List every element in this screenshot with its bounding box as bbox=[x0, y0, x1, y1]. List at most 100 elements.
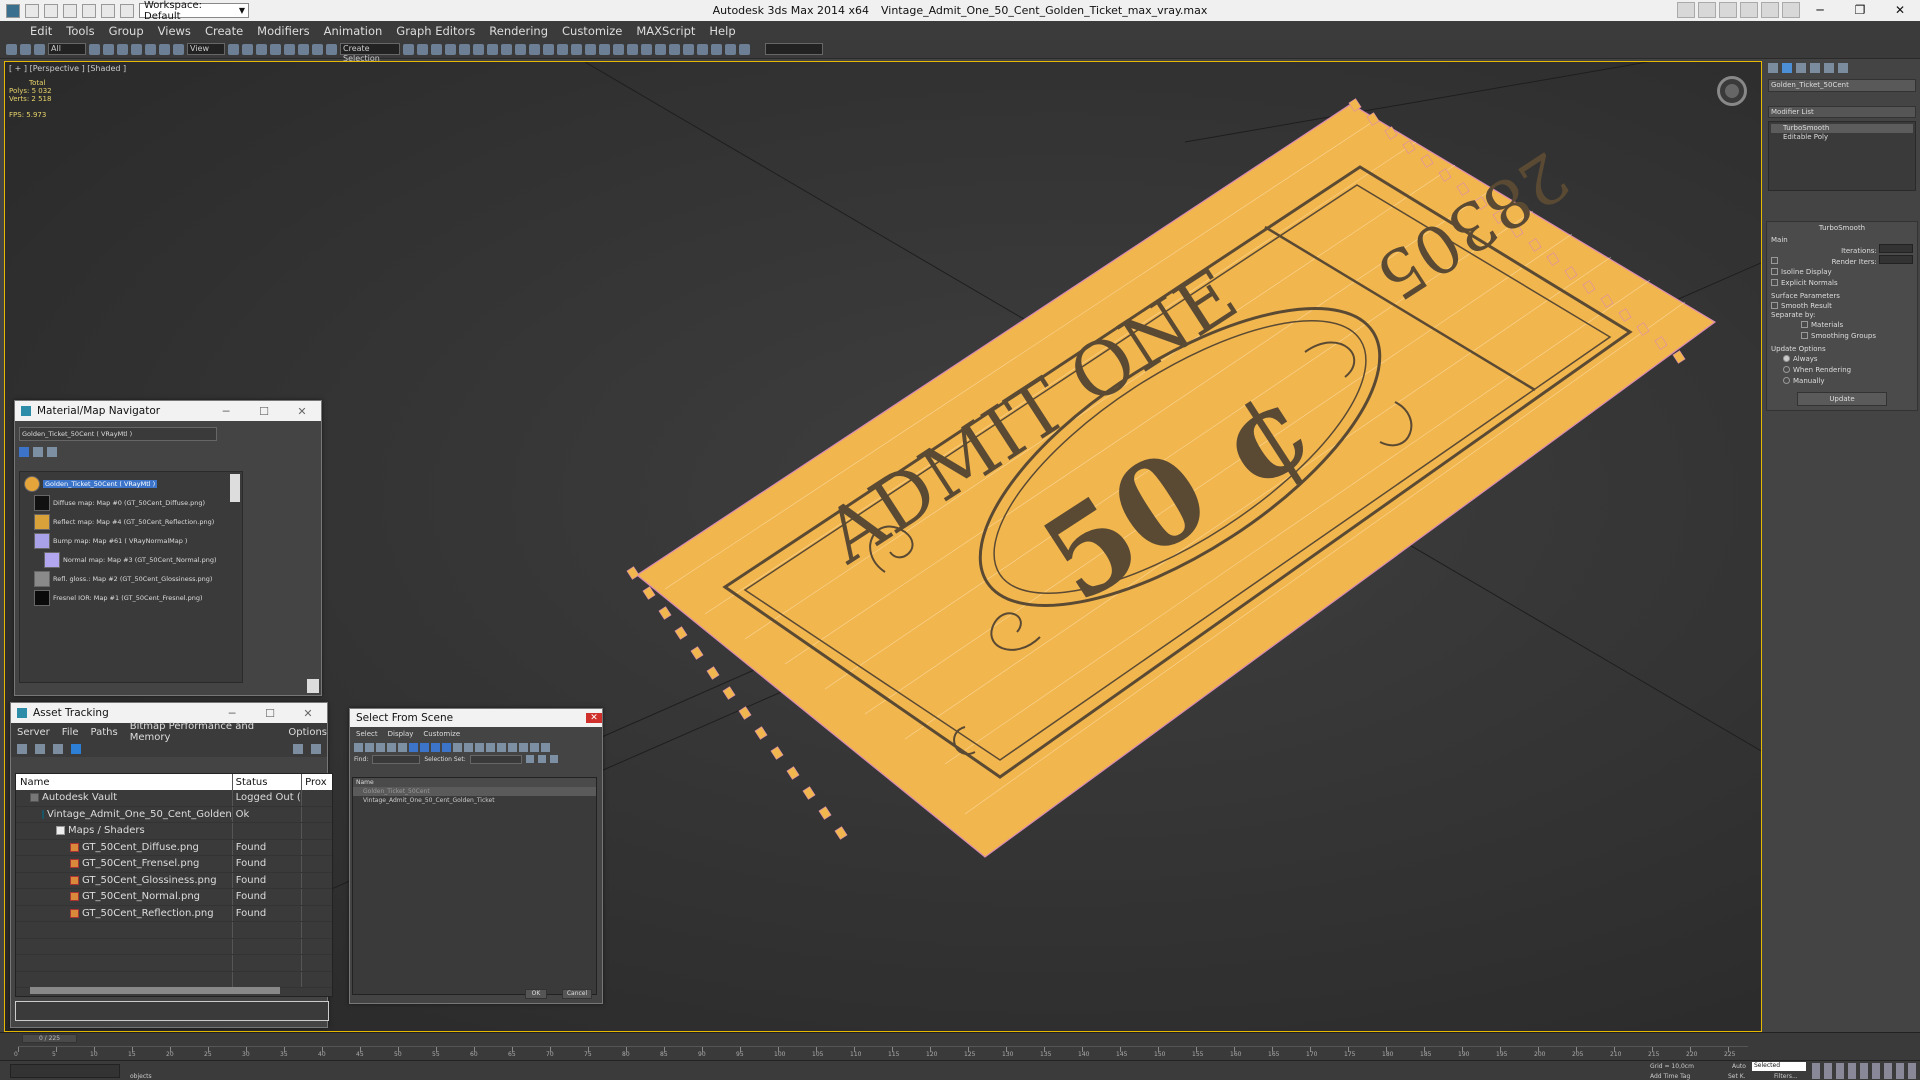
view-both-icon[interactable] bbox=[47, 447, 57, 457]
tree-item-normal[interactable]: Normal map: Map #3 (GT_50Cent_Normal.png… bbox=[20, 550, 242, 569]
pivot-center-icon[interactable] bbox=[228, 43, 239, 55]
render-production-icon[interactable] bbox=[529, 43, 540, 55]
update-rendering-radio[interactable] bbox=[1783, 366, 1790, 373]
columns-icon[interactable] bbox=[541, 742, 550, 752]
vray-light-icon[interactable] bbox=[571, 43, 582, 55]
vray-sphere-icon[interactable] bbox=[585, 43, 596, 55]
stack-item-editable-poly[interactable]: Editable Poly bbox=[1771, 133, 1913, 142]
smoothing-groups-checkbox[interactable] bbox=[1801, 332, 1808, 339]
display-invert-icon[interactable] bbox=[475, 742, 484, 752]
at-checkin-icon[interactable] bbox=[53, 744, 63, 754]
hierarchy-icon[interactable] bbox=[530, 742, 539, 752]
utilities-tab-icon[interactable] bbox=[1838, 63, 1848, 73]
list-item[interactable]: Vintage_Admit_One_50_Cent_Golden_Ticket bbox=[353, 796, 596, 805]
app-menu-icon[interactable] bbox=[6, 3, 20, 18]
spinner-snap-icon[interactable] bbox=[312, 43, 323, 55]
vray-frame-buffer-icon[interactable] bbox=[543, 43, 554, 55]
bind-space-warp-icon[interactable] bbox=[34, 43, 45, 55]
schematic-view-icon[interactable] bbox=[473, 43, 484, 55]
object-name-field[interactable]: Golden_Ticket_50Cent bbox=[1768, 79, 1916, 92]
tree-item-reflect[interactable]: Reflect map: Map #4 (GT_50Cent_Reflectio… bbox=[20, 512, 242, 531]
mat-nav-close-button[interactable]: ✕ bbox=[283, 405, 321, 418]
vray-ies-icon[interactable] bbox=[683, 43, 694, 55]
favorites-star-icon[interactable] bbox=[1761, 2, 1779, 18]
table-row[interactable]: GT_50Cent_Diffuse.png Found bbox=[16, 839, 332, 856]
display-helpers-icon[interactable] bbox=[398, 742, 407, 752]
vray-proxy-icon[interactable] bbox=[641, 43, 652, 55]
asset-close-button[interactable]: ✕ bbox=[289, 707, 327, 720]
filter-icon[interactable] bbox=[519, 742, 528, 752]
table-row[interactable]: Vintage_Admit_One_50_Cent_Golden_... Ok bbox=[16, 806, 332, 823]
selection-set-dropdown[interactable] bbox=[469, 754, 522, 764]
menu-group[interactable]: Group bbox=[109, 24, 144, 38]
keyboard-shortcut-icon[interactable] bbox=[256, 43, 267, 55]
add-time-tag-button[interactable]: Add Time Tag bbox=[1650, 1073, 1690, 1080]
layer-manager-icon[interactable] bbox=[431, 43, 442, 55]
open-file-icon[interactable] bbox=[44, 3, 58, 18]
tree-item-gloss[interactable]: Refl. gloss.: Map #2 (GT_50Cent_Glossine… bbox=[20, 569, 242, 588]
curve-editor-icon[interactable] bbox=[459, 43, 470, 55]
percent-snap-icon[interactable] bbox=[298, 43, 309, 55]
maximize-button[interactable]: ❐ bbox=[1840, 0, 1880, 21]
selection-set-icon[interactable] bbox=[525, 755, 534, 763]
materials-checkbox[interactable] bbox=[1801, 321, 1808, 328]
undo-icon[interactable] bbox=[82, 3, 96, 18]
create-tab-icon[interactable] bbox=[1768, 63, 1778, 73]
update-always-radio[interactable] bbox=[1783, 355, 1790, 362]
tree-item-diffuse[interactable]: Diffuse map: Map #0 (GT_50Cent_Diffuse.p… bbox=[20, 493, 242, 512]
table-row[interactable]: GT_50Cent_Glossiness.png Found bbox=[16, 872, 332, 889]
snaps-toggle-icon[interactable] bbox=[270, 43, 281, 55]
at-menu-options[interactable]: Options bbox=[288, 727, 327, 738]
display-all-icon[interactable] bbox=[453, 742, 462, 752]
vray-sun-icon[interactable] bbox=[613, 43, 624, 55]
at-refresh-icon[interactable] bbox=[17, 744, 27, 754]
maxscript-mini-listener[interactable] bbox=[10, 1064, 120, 1078]
set-key-button[interactable]: Set K. bbox=[1728, 1073, 1746, 1080]
select-object-icon[interactable] bbox=[89, 43, 100, 55]
sfs-ok-button[interactable]: OK bbox=[525, 989, 547, 999]
find-input[interactable] bbox=[372, 754, 421, 764]
iterations-spinner[interactable] bbox=[1879, 244, 1913, 253]
rendered-frame-icon[interactable] bbox=[515, 43, 526, 55]
display-lights-icon[interactable] bbox=[376, 742, 385, 752]
mat-nav-maximize-button[interactable]: ☐ bbox=[245, 405, 283, 418]
filters-button[interactable]: Filters... bbox=[1774, 1073, 1798, 1080]
menu-rendering[interactable]: Rendering bbox=[489, 24, 548, 38]
vray-camera-icon[interactable] bbox=[697, 43, 708, 55]
sfs-cancel-button[interactable]: Cancel bbox=[562, 989, 592, 999]
vray-toolbar-icon[interactable] bbox=[557, 43, 568, 55]
project-folder-icon[interactable] bbox=[120, 3, 134, 18]
extra-tool-3-icon[interactable] bbox=[739, 43, 750, 55]
render-iters-spinner[interactable] bbox=[1879, 255, 1913, 264]
selection-set-2-icon[interactable] bbox=[537, 755, 546, 763]
display-cameras-icon[interactable] bbox=[387, 742, 396, 752]
ref-coord-dropdown[interactable]: View bbox=[187, 43, 225, 55]
unlink-icon[interactable] bbox=[20, 43, 31, 55]
sfs-menu-select[interactable]: Select bbox=[356, 730, 378, 738]
material-editor-icon[interactable] bbox=[487, 43, 498, 55]
selection-filter-dropdown[interactable]: All bbox=[48, 43, 86, 55]
table-row[interactable]: Maps / Shaders bbox=[16, 823, 332, 840]
table-row[interactable]: Autodesk Vault Logged Out (... bbox=[16, 790, 332, 807]
menu-tools[interactable]: Tools bbox=[66, 24, 94, 38]
select-all-icon[interactable] bbox=[486, 742, 495, 752]
mirror-icon[interactable] bbox=[403, 43, 414, 55]
scale-icon[interactable] bbox=[173, 43, 184, 55]
angle-snap-icon[interactable] bbox=[284, 43, 295, 55]
tree-scrollbar[interactable] bbox=[230, 474, 240, 502]
rectangular-selection-icon[interactable] bbox=[117, 43, 128, 55]
modify-tab-icon[interactable] bbox=[1782, 63, 1792, 73]
table-row[interactable]: GT_50Cent_Reflection.png Found bbox=[16, 905, 332, 922]
window-crossing-icon[interactable] bbox=[131, 43, 142, 55]
workspace-dropdown[interactable]: Workspace: Default ▼ bbox=[139, 0, 249, 22]
modifier-list-dropdown[interactable]: Modifier List bbox=[1768, 106, 1916, 118]
sfs-close-button[interactable]: ✕ bbox=[586, 713, 602, 723]
at-menu-file[interactable]: File bbox=[62, 727, 79, 738]
binoculars-icon[interactable] bbox=[1698, 2, 1716, 18]
isoline-checkbox[interactable] bbox=[1771, 268, 1778, 275]
display-shapes-icon[interactable] bbox=[365, 742, 374, 752]
graphite-tools-icon[interactable] bbox=[445, 43, 456, 55]
table-row[interactable]: GT_50Cent_Frensel.png Found bbox=[16, 856, 332, 873]
select-invert-icon[interactable] bbox=[508, 742, 517, 752]
at-menu-paths[interactable]: Paths bbox=[91, 727, 118, 738]
